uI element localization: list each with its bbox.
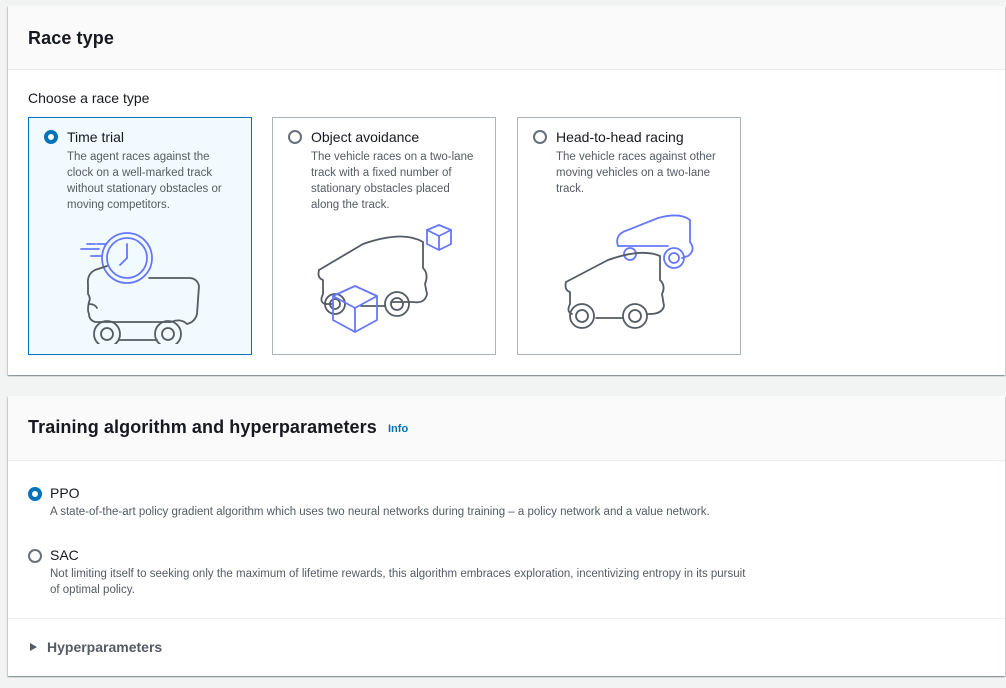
sac-label: SAC [50, 547, 79, 563]
info-link[interactable]: Info [388, 423, 408, 435]
training-header: Training algorithm and hyperparameters I… [8, 396, 1005, 461]
ppo-label: PPO [50, 485, 80, 501]
race-type-tile-object-avoidance[interactable]: Object avoidance The vehicle races on a … [272, 117, 496, 355]
race-type-panel: Race type Choose a race type Time trial … [8, 6, 1005, 375]
sac-description: Not limiting itself to seeking only the … [50, 568, 746, 596]
car-clock-icon [80, 232, 200, 344]
object-avoidance-radio[interactable] [288, 130, 302, 144]
ppo-radio[interactable] [28, 487, 42, 501]
hyperparameters-label: Hyperparameters [47, 639, 163, 655]
training-title: Training algorithm and hyperparameters [28, 417, 377, 437]
caret-right-icon [30, 643, 37, 651]
head-to-head-radio[interactable] [533, 130, 547, 144]
time-trial-radio[interactable] [44, 130, 58, 144]
two-cars-icon [564, 214, 694, 329]
head-to-head-description: The vehicle races against other moving v… [556, 151, 716, 195]
object-avoidance-label: Object avoidance [311, 129, 420, 145]
car-boxes-icon [317, 224, 452, 333]
race-type-tile-time-trial[interactable]: Time trial The agent races against the c… [28, 117, 252, 355]
time-trial-description: The agent races against the clock on a w… [67, 151, 222, 211]
section-divider [8, 618, 1005, 619]
race-type-header: Race type [8, 6, 1005, 70]
race-type-tile-head-to-head[interactable]: Head-to-head racing The vehicle races ag… [517, 117, 741, 355]
sac-radio[interactable] [28, 549, 42, 563]
choose-race-type-label: Choose a race type [28, 90, 150, 106]
time-trial-label: Time trial [67, 129, 125, 145]
object-avoidance-description: The vehicle races on a two-lane track wi… [311, 151, 474, 211]
race-type-title: Race type [28, 28, 114, 48]
head-to-head-label: Head-to-head racing [556, 129, 684, 145]
training-panel: Training algorithm and hyperparameters I… [8, 396, 1005, 676]
ppo-description: A state-of-the-art policy gradient algor… [50, 506, 710, 518]
